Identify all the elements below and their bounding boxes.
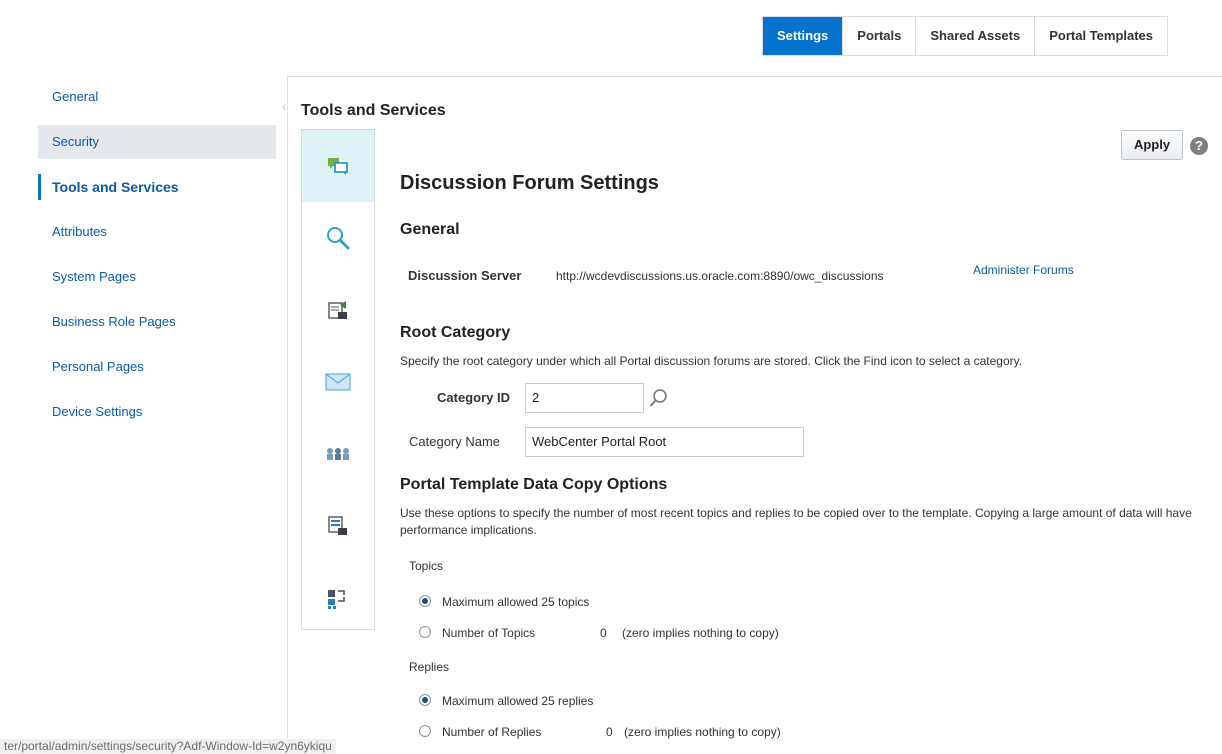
nav-item-system-pages[interactable]: System Pages <box>38 260 276 294</box>
document-upload-icon[interactable] <box>302 274 374 346</box>
replies-label: Replies <box>409 660 450 674</box>
replies-max-radio[interactable] <box>419 694 431 706</box>
general-heading: General <box>400 221 460 238</box>
panel-top-divider <box>287 76 1222 77</box>
topics-number-label: Number of Topics <box>442 626 536 640</box>
replies-number-label: Number of Replies <box>442 725 542 739</box>
nav-item-business-role-pages[interactable]: Business Role Pages <box>38 305 276 339</box>
topics-max-radio[interactable] <box>419 595 431 607</box>
help-icon[interactable]: ? <box>1190 137 1208 155</box>
copy-options-heading: Portal Template Data Copy Options <box>400 476 668 493</box>
category-name-label: Category Name <box>409 434 501 449</box>
collapse-panel-icon[interactable]: ‹ <box>282 98 287 114</box>
apply-button[interactable]: Apply <box>1121 130 1183 160</box>
nav-item-tools-and-services[interactable]: Tools and Services <box>38 170 276 204</box>
administer-forums-link[interactable]: Administer Forums <box>973 263 1074 277</box>
tab-portal-templates[interactable]: Portal Templates <box>1034 17 1167 55</box>
topics-label: Topics <box>409 559 444 573</box>
service-icon-strip <box>301 129 375 630</box>
root-category-description: Specify the root category under which al… <box>400 354 1023 368</box>
replies-max-label: Maximum allowed 25 replies <box>442 694 594 708</box>
document-list-icon[interactable] <box>302 490 374 562</box>
people-connections-icon[interactable] <box>302 418 374 490</box>
discussion-server-value: http://wcdevdiscussions.us.oracle.com:88… <box>556 269 884 283</box>
tab-shared-assets[interactable]: Shared Assets <box>915 17 1034 55</box>
search-icon[interactable] <box>302 202 374 274</box>
page-title: Discussion Forum Settings <box>400 172 659 194</box>
section-title: Tools and Services <box>301 102 446 119</box>
panel-splitter[interactable] <box>287 76 288 754</box>
find-icon[interactable] <box>649 388 669 408</box>
topics-note: (zero implies nothing to copy) <box>622 626 779 640</box>
workflow-icon[interactable] <box>302 562 374 634</box>
category-id-input[interactable]: 2 <box>525 383 644 413</box>
nav-item-attributes[interactable]: Attributes <box>38 215 276 249</box>
nav-item-personal-pages[interactable]: Personal Pages <box>38 350 276 384</box>
replies-number-radio[interactable] <box>419 725 431 737</box>
topics-count-value: 0 <box>600 626 607 640</box>
category-name-input[interactable]: WebCenter Portal Root <box>525 427 804 457</box>
mail-icon[interactable] <box>302 346 374 418</box>
discussion-server-label: Discussion Server <box>408 268 522 283</box>
copy-options-description: Use these options to specify the number … <box>400 506 1192 537</box>
discussion-icon[interactable] <box>302 130 374 202</box>
replies-note: (zero implies nothing to copy) <box>624 725 781 739</box>
status-bar-url: ter/portal/admin/settings/security?Adf-W… <box>0 739 336 754</box>
replies-count-value: 0 <box>606 725 613 739</box>
tab-portals[interactable]: Portals <box>842 17 915 55</box>
nav-item-device-settings[interactable]: Device Settings <box>38 395 276 429</box>
tab-settings[interactable]: Settings <box>763 17 843 55</box>
nav-item-security[interactable]: Security <box>38 125 276 159</box>
nav-item-general[interactable]: General <box>38 80 276 114</box>
root-category-heading: Root Category <box>400 324 511 341</box>
settings-nav: General Security Tools and Services Attr… <box>38 80 276 440</box>
topics-number-radio[interactable] <box>419 626 431 638</box>
topics-max-label: Maximum allowed 25 topics <box>442 595 590 609</box>
top-tabs: Settings Portals Shared Assets Portal Te… <box>762 16 1169 56</box>
category-id-label: Category ID <box>437 390 510 405</box>
